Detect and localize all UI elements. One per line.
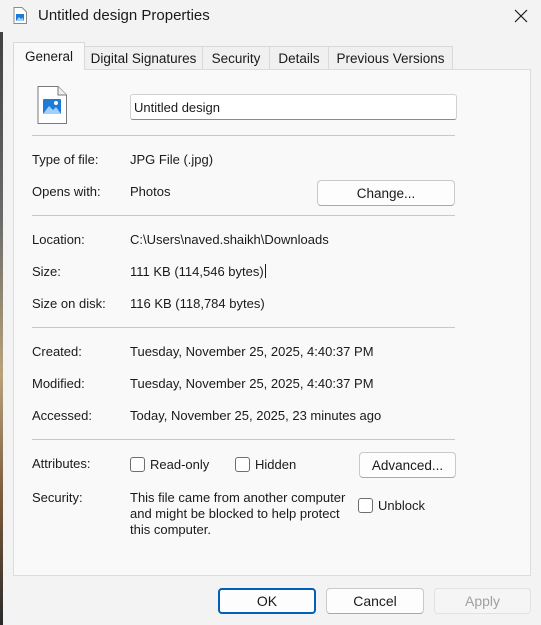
created-value: Tuesday, November 25, 2025, 4:40:37 PM [130,344,374,359]
accessed-value: Today, November 25, 2025, 23 minutes ago [130,408,382,423]
image-file-icon [13,7,27,24]
unblock-checkbox[interactable]: Unblock [358,498,425,513]
security-text: This file came from another computer and… [130,490,346,537]
location-label: Location: [32,232,85,247]
readonly-label: Read-only [150,457,210,472]
type-value: JPG File (.jpg) [130,152,214,167]
modified-label: Modified: [32,376,85,391]
advanced-button[interactable]: Advanced... [359,452,456,478]
location-value: C:\Users\naved.shaikh\Downloads [130,232,329,247]
cancel-button[interactable]: Cancel [326,588,424,614]
size-on-disk-label: Size on disk: [32,296,106,311]
opens-with-label: Opens with: [32,184,101,199]
security-label: Security: [32,490,83,505]
properties-dialog: Untitled design Properties General Digit… [0,0,541,625]
close-icon [514,9,527,23]
opens-with-value: Photos [130,184,171,199]
readonly-checkbox[interactable]: Read-only [130,457,209,472]
title-bar[interactable]: Untitled design Properties [0,0,541,32]
size-label: Size: [32,264,61,279]
separator [32,327,455,328]
file-name-input[interactable] [130,94,457,120]
size-value: 111 KB (114,546 bytes) [130,264,266,279]
unblock-label: Unblock [378,498,425,513]
separator [32,215,455,216]
ok-button[interactable]: OK [218,588,316,614]
type-label: Type of file: [32,152,99,167]
tab-general[interactable]: General [13,42,85,70]
attributes-label: Attributes: [32,456,91,471]
window-title: Untitled design Properties [38,7,210,24]
unblock-checkbox-box[interactable] [358,498,373,513]
hidden-checkbox-box[interactable] [235,457,250,472]
hidden-label: Hidden [255,457,297,472]
tab-details[interactable]: Details [269,46,329,69]
separator [32,135,455,136]
tab-digital-signatures[interactable]: Digital Signatures [84,46,203,69]
modified-value: Tuesday, November 25, 2025, 4:40:37 PM [130,376,374,391]
tab-previous-versions[interactable]: Previous Versions [328,46,453,69]
image-file-icon [37,86,67,124]
separator [32,439,455,440]
general-panel: Type of file: JPG File (.jpg) Opens with… [13,69,531,576]
created-label: Created: [32,344,82,359]
apply-button[interactable]: Apply [434,588,531,614]
tab-security[interactable]: Security [202,46,270,69]
hidden-checkbox[interactable]: Hidden [235,457,296,472]
background-desktop-strip [0,0,3,625]
close-button[interactable] [500,0,541,32]
change-button[interactable]: Change... [317,180,455,206]
readonly-checkbox-box[interactable] [130,457,145,472]
size-on-disk-value: 116 KB (118,784 bytes) [130,296,265,311]
accessed-label: Accessed: [32,408,92,423]
